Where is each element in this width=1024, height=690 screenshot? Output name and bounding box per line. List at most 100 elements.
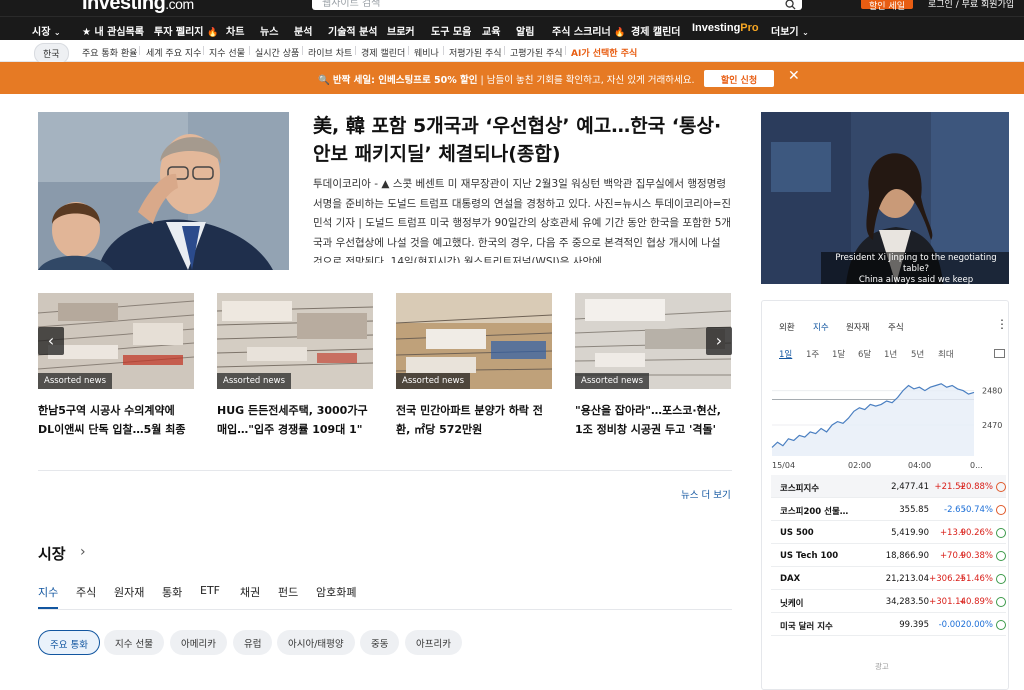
range-5y[interactable]: 5년	[911, 348, 924, 360]
star-icon: ★	[82, 27, 91, 38]
divider: |	[564, 46, 568, 56]
pill-americas[interactable]: 아메리카	[170, 630, 227, 655]
carousel-prev-arrow-icon[interactable]: ‹	[38, 327, 64, 355]
news-card[interactable]: Assorted news 한남5구역 시공사 수의계약에 DL이앤씨 단독 입…	[38, 293, 194, 441]
news-title[interactable]: 한남5구역 시공사 수의계약에 DL이앤씨 단독 입찰…5월 최종 선정	[38, 401, 194, 441]
video-player[interactable]: President Xi Jinping to the negotiating …	[761, 112, 1009, 284]
subnav-item-webinars[interactable]: 웨비나	[414, 46, 439, 59]
news-tag: Assorted news	[38, 373, 113, 389]
nav-item-investingpro[interactable]: InvestingPro	[692, 22, 759, 34]
tab-crypto[interactable]: 암호화폐	[316, 584, 356, 600]
tab-commodities[interactable]: 원자재	[114, 584, 144, 600]
range-1m[interactable]: 1달	[832, 348, 845, 360]
subnav-item-world-indices[interactable]: 세계 주요 지수	[146, 46, 201, 59]
nav-item-technical[interactable]: 기술적 분석	[328, 23, 377, 38]
subnav-item-korea[interactable]: 한국	[34, 43, 69, 64]
login-signup-link[interactable]: 로그인 / 무료 회원가입	[928, 0, 1014, 10]
search-icon[interactable]	[785, 0, 796, 10]
tab-bonds[interactable]: 채권	[240, 584, 260, 600]
range-max[interactable]: 최대	[938, 348, 954, 360]
quote-row[interactable]: 미국 달러 지수 99.395 -0.002 0.00%	[771, 613, 1006, 636]
chart-x-tick-label: 04:00	[908, 461, 931, 470]
quote-name: US Tech 100	[780, 551, 839, 561]
nav-item-alerts[interactable]: 알림	[516, 23, 534, 38]
tab-forex[interactable]: 외환	[779, 321, 795, 333]
pill-asia-pacific[interactable]: 아시아/태평양	[277, 630, 355, 655]
quote-change: -0.002	[938, 620, 966, 630]
nav-item-education[interactable]: 교육	[482, 23, 500, 38]
nav-item-charts[interactable]: 차트	[226, 23, 244, 38]
clock-icon	[996, 551, 1006, 561]
pill-index-futures[interactable]: 지수 선물	[104, 630, 164, 655]
quote-row[interactable]: 코스피200 선물… 355.85 -2.65 -0.74%	[771, 498, 1006, 521]
news-title[interactable]: "용산을 잡아라"…포스코·현산, 1조 정비창 시공권 두고 '격돌'	[575, 401, 731, 441]
more-options-icon[interactable]: ⋮	[996, 317, 1008, 331]
chevron-right-icon[interactable]: ›	[80, 544, 86, 560]
chevron-down-icon: ⌄	[802, 28, 809, 37]
carousel-next-arrow-icon[interactable]: ›	[706, 327, 732, 355]
range-1w[interactable]: 1주	[806, 348, 819, 360]
ad-label: 광고	[875, 662, 889, 671]
news-title[interactable]: 전국 민간아파트 분양가 하락 전환, ㎡당 572만원	[396, 401, 552, 441]
pill-europe[interactable]: 유럽	[233, 630, 273, 655]
pill-middle-east[interactable]: 중동	[360, 630, 400, 655]
subnav-item-currencies[interactable]: 주요 통화 환율	[82, 46, 137, 59]
hero-headline[interactable]: 美, 韓 포함 5개국과 ‘우선협상’ 예고…한국 ‘통상·안보 패키지딜’ 체…	[313, 112, 733, 168]
nav-item-brokers[interactable]: 브로커	[387, 23, 415, 38]
hero-image[interactable]	[38, 112, 289, 270]
subnav-item-live-charts[interactable]: 라이브 차트	[308, 46, 352, 59]
tab-indices[interactable]: 지수	[813, 321, 829, 333]
subnav-item-undervalued[interactable]: 저평가된 주식	[449, 46, 502, 59]
expand-chart-icon[interactable]	[994, 349, 1005, 358]
chart-area	[772, 383, 974, 456]
nav-item-watchlist[interactable]: ★ 내 관심목록	[82, 23, 144, 38]
tab-stocks[interactable]: 주식	[888, 321, 904, 333]
clock-icon	[996, 482, 1006, 492]
tab-funds[interactable]: 펀드	[278, 584, 298, 600]
tab-stocks[interactable]: 주식	[76, 584, 96, 600]
subnav-item-index-futures[interactable]: 지수 선물	[209, 46, 245, 59]
nav-item-invest[interactable]: 투자 펠리지 🔥	[154, 23, 218, 38]
news-card[interactable]: Assorted news 전국 민간아파트 분양가 하락 전환, ㎡당 572…	[396, 293, 552, 441]
quote-row[interactable]: US 500 5,419.90 +13.9 +0.26%	[771, 521, 1006, 544]
quote-percent: +0.88%	[958, 482, 993, 492]
range-6m[interactable]: 6달	[858, 348, 871, 360]
tab-currencies[interactable]: 통화	[162, 584, 182, 600]
nav-item-markets[interactable]: 시장 ⌄	[32, 23, 61, 38]
range-1y[interactable]: 1년	[884, 348, 897, 360]
news-title[interactable]: HUG 든든전세주택, 3000가구 매입…"입주 경쟁률 109대 1"	[217, 401, 373, 441]
nav-item-news[interactable]: 뉴스	[260, 23, 278, 38]
nav-item-calendar[interactable]: 경제 캘린더	[631, 23, 680, 38]
quote-row[interactable]: 코스피지수 2,477.41 +21.52 +0.88%	[771, 475, 1006, 498]
search-input[interactable]: 웹사이트 검색	[312, 0, 802, 10]
nav-item-tools[interactable]: 도구 모음	[431, 23, 471, 38]
news-card[interactable]: Assorted news HUG 든든전세주택, 3000가구 매입…"입주 …	[217, 293, 373, 441]
tab-commodities[interactable]: 원자재	[846, 321, 869, 333]
quote-row[interactable]: 닛케이 34,283.50 +301.14 +0.89%	[771, 590, 1006, 613]
fire-icon: 🔥	[614, 28, 626, 38]
range-1d[interactable]: 1일	[779, 348, 792, 360]
pill-major-currencies[interactable]: 주요 통화	[38, 630, 100, 655]
news-card[interactable]: Assorted news "용산을 잡아라"…포스코·현산, 1조 정비창 시…	[575, 293, 731, 441]
pill-africa[interactable]: 아프리카	[405, 630, 462, 655]
quote-row[interactable]: DAX 21,213.04 +306.25 +1.46%	[771, 567, 1006, 590]
quote-row[interactable]: US Tech 100 18,866.90 +70.9 +0.38%	[771, 544, 1006, 567]
tab-etf[interactable]: ETF	[200, 584, 220, 597]
close-icon[interactable]: ✕	[788, 68, 800, 84]
subnav-item-econ-calendar[interactable]: 경제 캘린더	[361, 46, 405, 59]
subnav-item-overvalued[interactable]: 고평가된 주식	[510, 46, 563, 59]
chart-y-tick-label: 2470	[982, 421, 1002, 430]
promo-sale-button[interactable]: 할인 세일	[861, 0, 913, 12]
tab-indices[interactable]: 지수	[38, 584, 58, 600]
subnav-item-ai-picks[interactable]: AI가 선택한 주식	[571, 46, 637, 59]
more-news-link[interactable]: 뉴스 더 보기	[681, 487, 731, 501]
nav-item-screener[interactable]: 주식 스크리너 🔥	[552, 23, 625, 38]
investing-logo[interactable]: Investing.com	[82, 0, 194, 15]
divider: |	[248, 46, 252, 56]
banner-apply-button[interactable]: 할인 신청	[704, 70, 774, 87]
nav-item-more[interactable]: 더보기 ⌄	[771, 23, 809, 38]
market-section-title[interactable]: 시장	[38, 543, 66, 564]
index-chart[interactable]: 2480 2470 15/04 02:00 04:00 0...	[770, 366, 1002, 470]
nav-item-analysis[interactable]: 분석	[294, 23, 312, 38]
subnav-item-commodities[interactable]: 실시간 상품	[255, 46, 299, 59]
